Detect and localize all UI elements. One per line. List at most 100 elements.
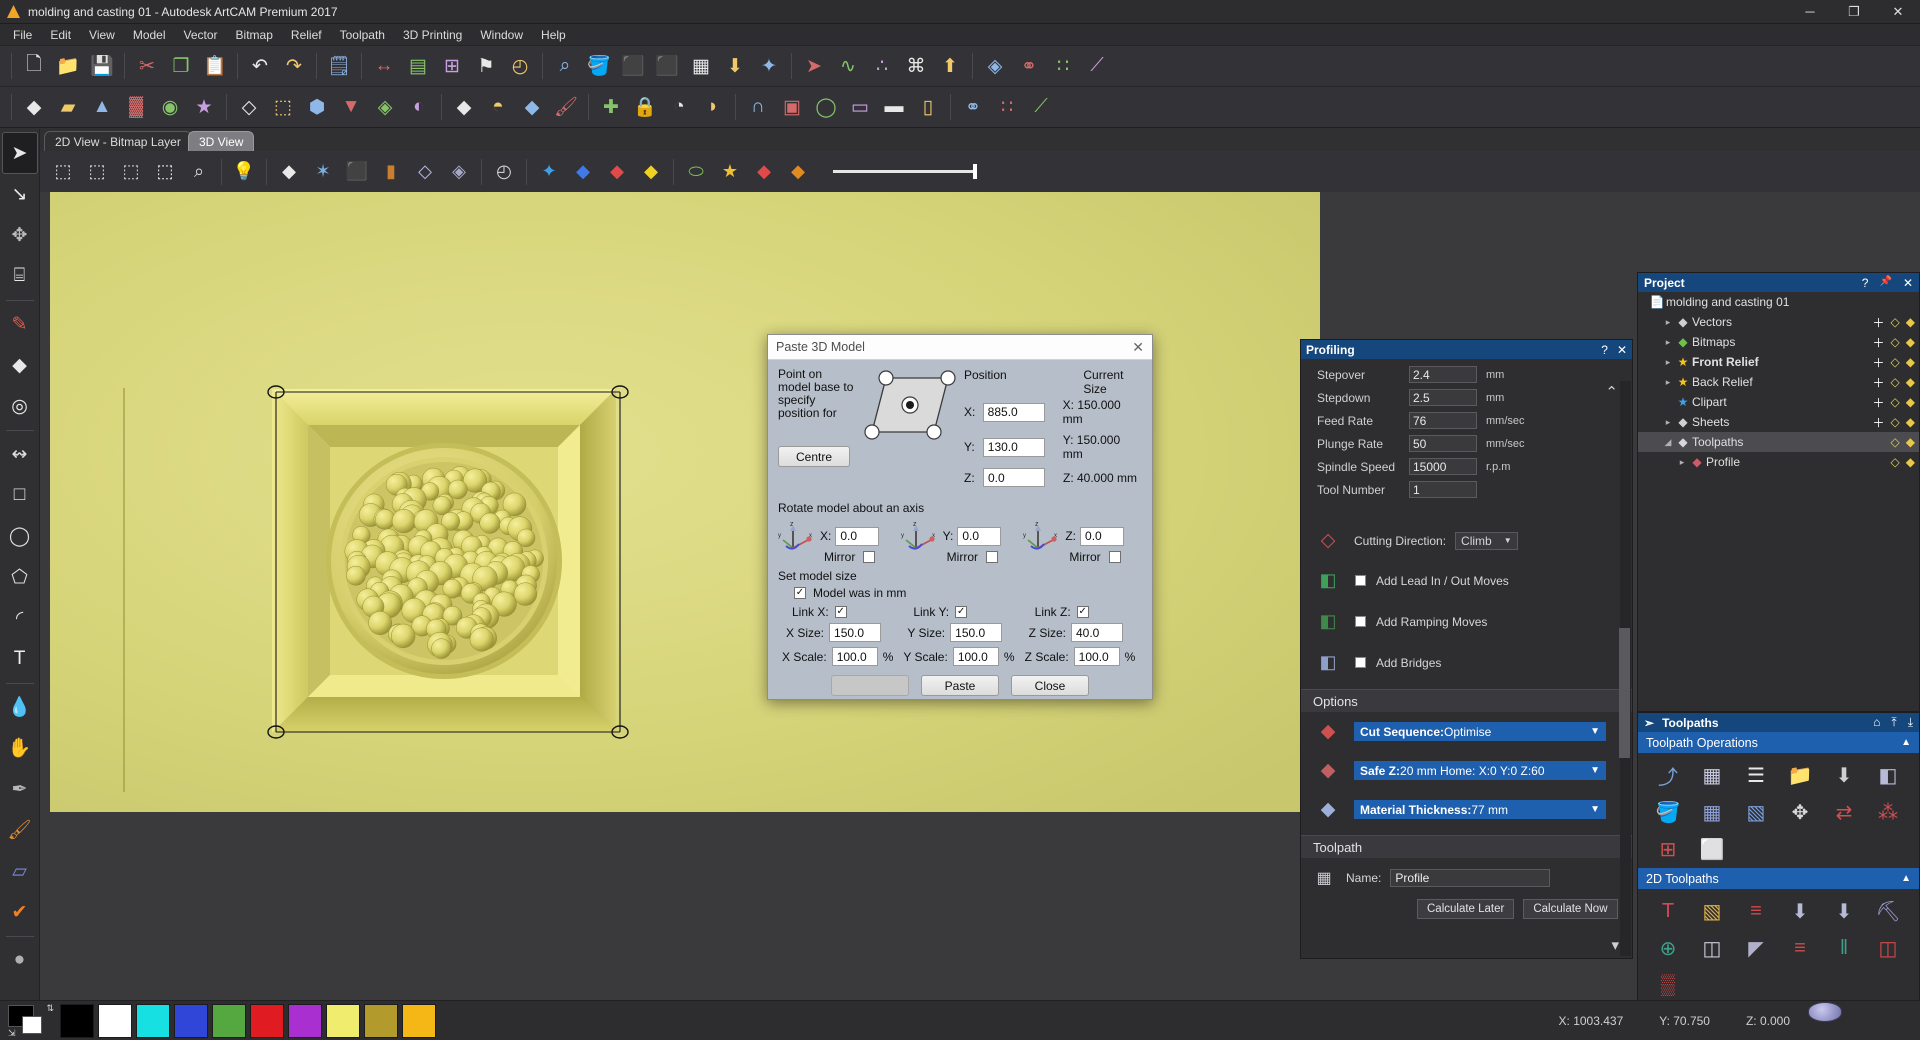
view-slider[interactable] xyxy=(833,164,977,179)
bead-toolpath-icon[interactable]: ⊕ xyxy=(1648,932,1688,965)
visibility-icon[interactable]: ◇ xyxy=(1891,335,1900,349)
expand-arrow-icon[interactable]: ▸ xyxy=(1662,337,1674,348)
checkbox[interactable] xyxy=(1355,657,1366,668)
collapse-caret-icon[interactable]: ▲ xyxy=(1901,873,1911,884)
relief-sculpt-icon[interactable]: ◆ xyxy=(516,91,548,124)
dots-matrix-icon[interactable]: ∷ xyxy=(991,91,1023,124)
close-icon[interactable]: ✕ xyxy=(1617,343,1627,357)
palette-swatch-0[interactable] xyxy=(60,1003,94,1038)
twin-flute-icon[interactable]: ‖ xyxy=(1824,932,1864,965)
select-tool-icon[interactable]: ➤ xyxy=(1,132,38,174)
text-tool-icon[interactable]: T xyxy=(3,639,37,679)
size-input-2[interactable] xyxy=(1071,623,1123,642)
add-icon[interactable]: ＋ xyxy=(1873,414,1885,431)
relief-rect3-icon[interactable]: ▯ xyxy=(912,91,944,124)
visibility-icon[interactable]: ◇ xyxy=(1891,315,1900,329)
eraser-tool-icon[interactable]: ▱ xyxy=(3,851,37,891)
settings-nodes-icon[interactable]: ⚭ xyxy=(1013,50,1045,83)
star-blue-icon[interactable]: ✦ xyxy=(533,155,565,188)
tab-3d-view[interactable]: 3D View xyxy=(188,131,255,151)
link-checkbox[interactable]: ✓ xyxy=(955,606,968,618)
dialog-close-icon[interactable]: ✕ xyxy=(1132,339,1144,356)
palette-swatch-8[interactable] xyxy=(364,1003,398,1038)
import-icon[interactable]: ⬇ xyxy=(719,50,751,83)
inlay-toolpath-icon[interactable]: ◫ xyxy=(1692,932,1732,965)
expand-arrow-icon[interactable]: ▸ xyxy=(1662,417,1674,428)
shade-relief-icon[interactable]: ▰ xyxy=(52,91,84,124)
expand-arrow-icon[interactable]: ◢ xyxy=(1662,437,1674,448)
relief-lock-icon[interactable]: 🔒 xyxy=(629,91,661,124)
menu-item-view[interactable]: View xyxy=(80,25,124,45)
base-point-picker[interactable] xyxy=(862,368,958,494)
shade-front-icon[interactable]: ◆ xyxy=(18,91,50,124)
palette-swatch-9[interactable] xyxy=(402,1003,436,1038)
calculate-later-button[interactable]: Calculate Later xyxy=(1417,899,1515,919)
lock-icon[interactable]: ◆ xyxy=(1906,375,1915,389)
section-header-toolpath-operations[interactable]: Toolpath Operations ▲ xyxy=(1638,732,1919,753)
align-left-icon[interactable]: ⬛ xyxy=(617,50,649,83)
scale-input-2[interactable] xyxy=(1073,647,1120,666)
option-bar[interactable]: Material Thickness: 77 mm ▼ xyxy=(1354,800,1606,819)
minimize-button[interactable]: ─ xyxy=(1788,0,1832,24)
tree-item-clipart[interactable]: ★ Clipart ＋ ◇ ◆ xyxy=(1638,392,1919,412)
align-center-icon[interactable]: ⬛ xyxy=(651,50,683,83)
colour-shade-icon[interactable]: ◆ xyxy=(748,155,780,188)
home-icon[interactable]: ⌂ xyxy=(1873,715,1880,730)
scroll-down-caret-icon[interactable]: ▾ xyxy=(1611,936,1619,954)
palette-swatch-2[interactable] xyxy=(136,1003,170,1038)
grid-dots-icon[interactable]: ∷ xyxy=(1047,50,1079,83)
mesh-warp-tool-icon[interactable]: ⌸ xyxy=(3,256,37,296)
spline-icon[interactable]: ⟋ xyxy=(1025,91,1057,124)
position-input-2[interactable] xyxy=(983,468,1045,487)
model-slices-icon[interactable]: ▤ xyxy=(402,50,434,83)
vector-curve-icon[interactable]: ∴ xyxy=(866,50,898,83)
toolpath-fill-icon[interactable]: 🪣 xyxy=(1648,796,1688,829)
cutting-direction-select[interactable]: Climb ▼ xyxy=(1455,531,1518,550)
simulate-toolpath-icon[interactable]: ⤴ xyxy=(1648,759,1688,792)
pin-icon[interactable]: 📌 xyxy=(1879,276,1891,290)
relief-arch-icon[interactable]: ∩ xyxy=(742,91,774,124)
visibility-icon[interactable]: ◇ xyxy=(1891,375,1900,389)
grid-layout-icon[interactable]: ⊞ xyxy=(436,50,468,83)
relief-fade-icon[interactable]: ◐ xyxy=(403,91,435,124)
vcarve-icon[interactable]: ⬇ xyxy=(1780,895,1820,928)
paint-can-icon[interactable]: 🪣 xyxy=(583,50,615,83)
node-edit-tool-icon[interactable]: ↘ xyxy=(3,174,37,214)
star-add-icon[interactable]: ✦ xyxy=(753,50,785,83)
menu-item-toolpath[interactable]: Toolpath xyxy=(331,25,394,45)
expand-arrow-icon[interactable]: ▸ xyxy=(1662,317,1674,328)
collapse-caret-icon[interactable]: ▲ xyxy=(1901,737,1911,748)
airbrush-tool-icon[interactable]: ✒ xyxy=(3,769,37,809)
maximize-button[interactable]: ❐ xyxy=(1832,0,1876,24)
relief-smooth-icon[interactable]: ◓ xyxy=(482,91,514,124)
lock-icon[interactable]: ◆ xyxy=(1906,435,1915,449)
relief-layer-icon[interactable]: ◈ xyxy=(979,50,1011,83)
toolpath-notes-icon[interactable]: ☰ xyxy=(1736,759,1776,792)
model-block-icon[interactable]: ⬛ xyxy=(341,155,373,188)
zoom-to-fit-icon[interactable]: ⌕ xyxy=(549,50,581,83)
view-iso1-icon[interactable]: ⬚ xyxy=(47,155,79,188)
close-button[interactable]: Close xyxy=(1011,675,1089,696)
size-input-1[interactable] xyxy=(950,623,1003,642)
field-input[interactable] xyxy=(1409,412,1477,429)
palette-swatch-3[interactable] xyxy=(174,1003,208,1038)
calculator-icon[interactable]: ▦ xyxy=(1692,759,1732,792)
secondary-color-swatch[interactable] xyxy=(22,1015,42,1034)
rainbow-relief-icon[interactable]: ◆ xyxy=(782,155,814,188)
arc-tool-icon[interactable]: ◜ xyxy=(3,598,37,638)
new-file-icon[interactable]: 🗋 xyxy=(18,50,50,83)
close-icon[interactable]: ✕ xyxy=(1903,276,1913,290)
sculpt-tool-icon[interactable]: ✔ xyxy=(3,892,37,932)
add-icon[interactable]: ＋ xyxy=(1873,334,1885,351)
clock-icon[interactable]: ◴ xyxy=(504,50,536,83)
smudge-tool-icon[interactable]: ✋ xyxy=(3,728,37,768)
help-icon[interactable]: ? xyxy=(1601,343,1608,357)
visibility-icon[interactable]: ◇ xyxy=(1891,395,1900,409)
expand-all-icon[interactable]: ⤓ xyxy=(1908,715,1913,730)
machine-vector-icon[interactable]: ≡ xyxy=(1736,895,1776,928)
collapse-caret-icon[interactable]: ⌃ xyxy=(1605,383,1618,401)
menu-item-help[interactable]: Help xyxy=(532,25,575,45)
copy-icon[interactable]: ❐ xyxy=(165,50,197,83)
chamfer-icon[interactable]: ◤ xyxy=(1736,932,1776,965)
menu-item-vector[interactable]: Vector xyxy=(175,25,227,45)
